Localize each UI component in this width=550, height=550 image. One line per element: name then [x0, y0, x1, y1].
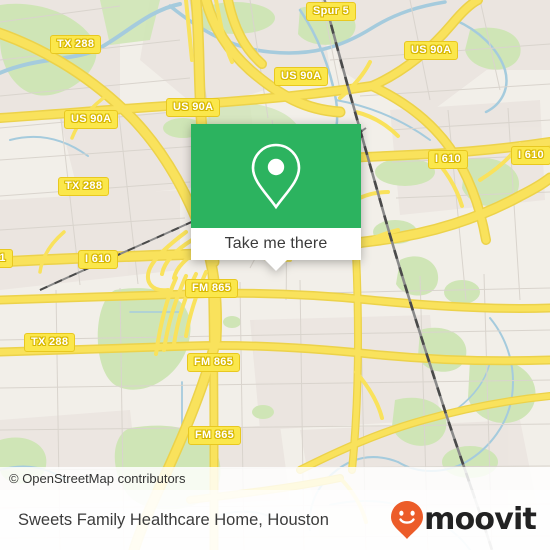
road-shield-us-90a: US 90A	[274, 67, 329, 86]
road-shield-spur-5: Spur 5	[306, 2, 357, 21]
attribution-text: © OpenStreetMap contributors	[9, 471, 186, 486]
road-shield-us-90a: US 90A	[404, 41, 459, 60]
page-title: Sweets Family Healthcare Home, Houston	[18, 510, 329, 529]
map-pin-icon	[251, 143, 301, 210]
road-shield-tx-288: TX 288	[58, 177, 110, 196]
map-attribution: © OpenStreetMap contributors	[0, 467, 550, 490]
road-shield-us-90a: US 90A	[64, 110, 119, 129]
road-shield-tx-288: TX 288	[24, 333, 76, 352]
moovit-wordmark: moovit	[424, 502, 537, 537]
popup-pin-area	[191, 124, 361, 228]
moovit-pin-smiley-icon	[391, 501, 424, 539]
page-footer: Sweets Family Healthcare Home, Houston m…	[0, 490, 550, 550]
popup-pointer	[265, 260, 287, 271]
road-shield-i-610: I 610	[78, 250, 118, 269]
popup-action-area[interactable]: Take me there	[191, 228, 361, 271]
take-me-there-label: Take me there	[224, 235, 328, 252]
road-shield-us-90a: US 90A	[166, 98, 221, 117]
road-shield-fm-865: FM 865	[188, 426, 242, 445]
map-canvas[interactable]: Spur 5 TX 288 US 90A US 90A US 90A US 90…	[0, 0, 550, 550]
moovit-logo[interactable]: moovit	[390, 500, 537, 540]
road-shield-i-610: I 610	[428, 150, 468, 169]
road-shield-tx-288: TX 288	[50, 35, 102, 54]
road-shield-fm-865: FM 865	[185, 279, 239, 298]
road-shield-clipped: 21	[0, 249, 13, 268]
road-shield-i-610: I 610	[511, 146, 550, 165]
location-popup-card[interactable]: Take me there	[191, 124, 361, 271]
road-shield-fm-865: FM 865	[187, 353, 241, 372]
